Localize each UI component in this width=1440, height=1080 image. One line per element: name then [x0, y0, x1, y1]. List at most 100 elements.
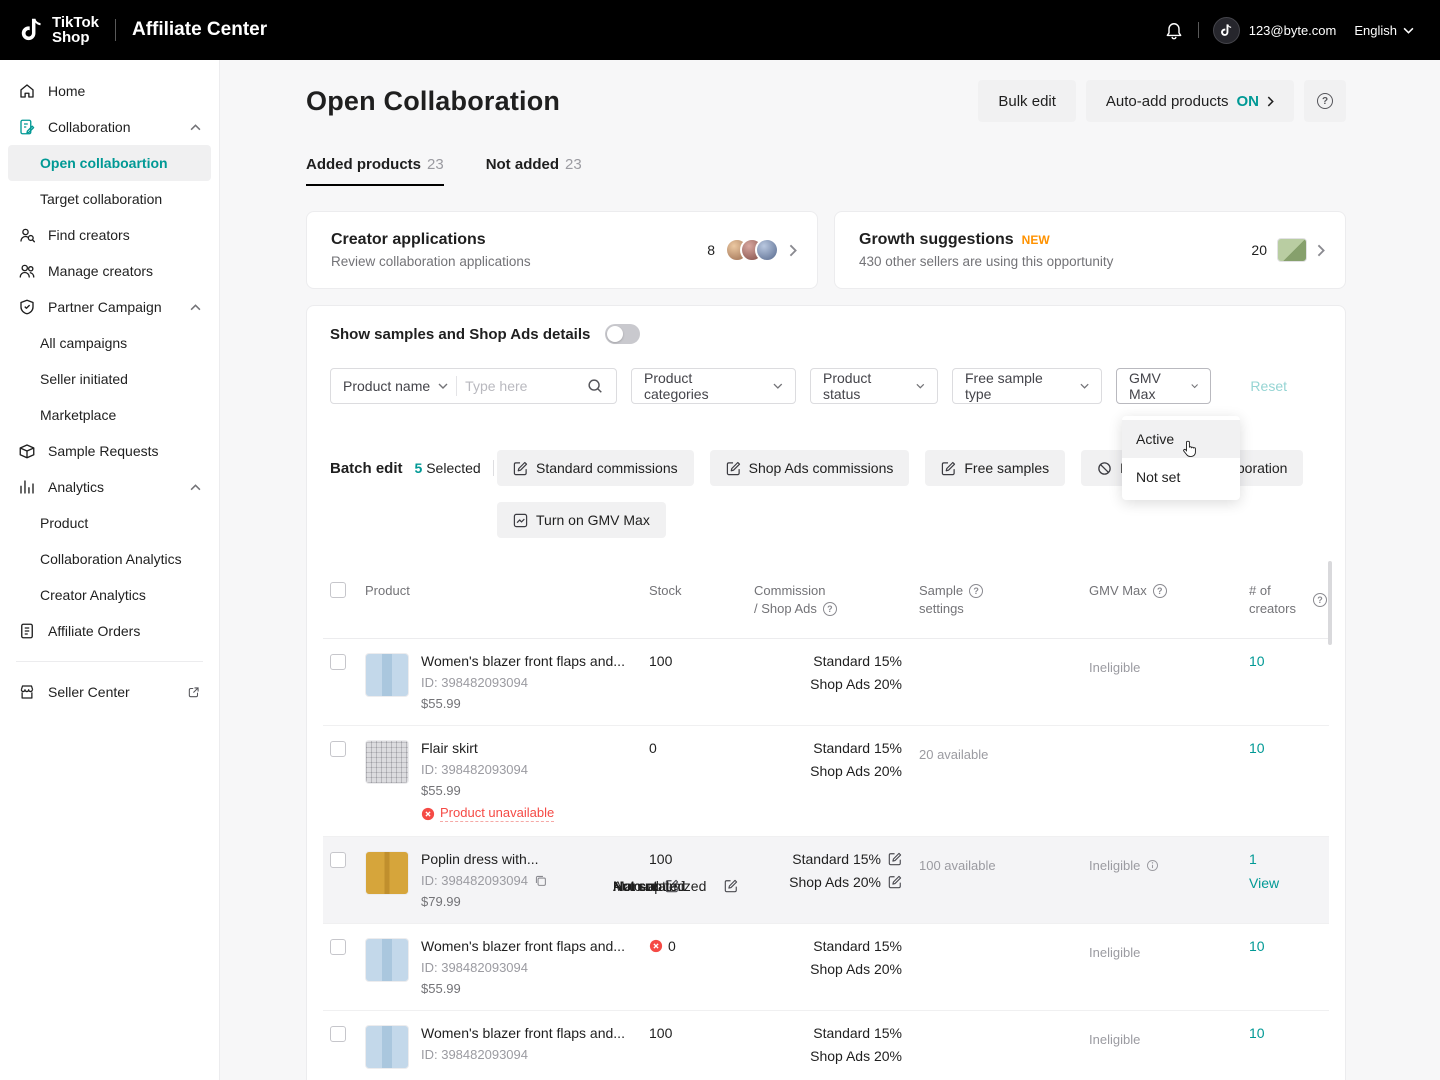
- row-checkbox[interactable]: [330, 852, 346, 868]
- external-link-icon: [187, 685, 201, 699]
- row-checkbox[interactable]: [330, 939, 346, 955]
- collaboration-icon: [18, 118, 36, 136]
- gmv-max-dropdown: Active Not set: [1122, 416, 1240, 500]
- selected-count: 5 Selected: [415, 460, 481, 476]
- brand-line-1: TikTok: [52, 15, 99, 30]
- edit-icon: [513, 461, 528, 476]
- tab-added-products[interactable]: Added products 23: [306, 156, 444, 186]
- sidebar-item-affiliate-orders[interactable]: Affiliate Orders: [8, 613, 211, 649]
- option-label: Active: [1136, 431, 1174, 447]
- product-id: ID: 398482093094: [421, 873, 528, 888]
- notification-bell-icon[interactable]: [1164, 19, 1184, 41]
- sample-requests-icon: [18, 442, 36, 460]
- help-icon: ?: [1317, 93, 1333, 109]
- app-title: Affiliate Center: [132, 19, 267, 41]
- products-panel: Show samples and Shop Ads details Produc…: [306, 305, 1346, 1080]
- dropdown-option-not-set[interactable]: Not set: [1122, 458, 1240, 496]
- creator-applications-card[interactable]: Creator applications Review collaboratio…: [306, 211, 818, 289]
- chevron-right-icon: [1317, 244, 1325, 257]
- page-title: Open Collaboration: [306, 86, 560, 117]
- mouse-cursor-icon: [1180, 438, 1200, 460]
- sidebar-item-open-collaboration[interactable]: Open collaboartion: [8, 145, 211, 181]
- samples-toggle[interactable]: [605, 324, 640, 344]
- applications-count: 8: [707, 242, 715, 258]
- chevron-right-icon: [1267, 96, 1274, 107]
- topbar-divider: [1198, 22, 1199, 38]
- sidebar-item-collaboration-analytics[interactable]: Collaboration Analytics: [8, 541, 211, 577]
- bulk-edit-button[interactable]: Bulk edit: [978, 80, 1076, 122]
- row-checkbox[interactable]: [330, 741, 346, 757]
- select-all-checkbox[interactable]: [330, 582, 346, 598]
- sidebar-item-all-campaigns[interactable]: All campaigns: [8, 325, 211, 361]
- sidebar-item-label: Seller Center: [48, 684, 130, 700]
- sidebar-item-label: Affiliate Orders: [48, 623, 140, 639]
- gmv-max-cell: Not set Ineligible: [1081, 1011, 1241, 1080]
- sidebar-item-label: Manage creators: [48, 263, 153, 279]
- sidebar-item-label: Partner Campaign: [48, 299, 162, 315]
- products-table: Product Stock Commission / Shop Ads? Sam…: [323, 562, 1329, 1080]
- sidebar-item-product-analytics[interactable]: Product: [8, 505, 211, 541]
- topbar: TikTok Shop Affiliate Center 123@byte.co…: [0, 0, 1440, 60]
- chevron-up-icon: [190, 124, 201, 131]
- batch-edit-label: Batch edit: [330, 460, 403, 477]
- row-checkbox[interactable]: [330, 1026, 346, 1042]
- filter-field-label[interactable]: Product name: [343, 378, 430, 394]
- bulk-edit-label: Bulk edit: [998, 93, 1056, 110]
- sidebar-item-sample-requests[interactable]: Sample Requests: [8, 433, 211, 469]
- tiktok-logo-icon: [18, 16, 44, 44]
- help-button[interactable]: ?: [1304, 80, 1346, 122]
- language-selector[interactable]: English: [1354, 23, 1414, 38]
- account-avatar[interactable]: [1213, 17, 1240, 44]
- sidebar-item-label: Find creators: [48, 227, 130, 243]
- sidebar-item-target-collaboration[interactable]: Target collaboration: [8, 181, 211, 217]
- table-scrollbar[interactable]: [1328, 561, 1332, 645]
- sidebar-item-label: Analytics: [48, 479, 104, 495]
- sidebar-item-label: Home: [48, 83, 85, 99]
- suggestions-count: 20: [1251, 242, 1267, 258]
- sidebar-item-label: Seller initiated: [40, 371, 128, 387]
- chevron-right-icon: [789, 244, 797, 257]
- language-label: English: [1354, 23, 1397, 38]
- gmv-chart-icon: [513, 513, 528, 528]
- sidebar-item-partner-campaign[interactable]: Partner Campaign: [8, 289, 211, 325]
- tab-label: Added products: [306, 156, 421, 173]
- field-divider: [456, 376, 457, 396]
- find-creators-icon: [18, 226, 36, 244]
- sidebar-item-label: All campaigns: [40, 335, 127, 351]
- tab-bar: Added products 23 Not added 23: [306, 156, 1346, 186]
- product-image: [365, 740, 409, 784]
- error-icon: [421, 807, 435, 821]
- home-icon: [18, 82, 36, 100]
- creator-avatars: [725, 238, 779, 262]
- brand-wordmark: TikTok Shop: [52, 15, 99, 45]
- sidebar-item-find-creators[interactable]: Find creators: [8, 217, 211, 253]
- partner-campaign-icon: [18, 298, 36, 316]
- auto-add-products-button[interactable]: Auto-add products ON: [1086, 80, 1294, 122]
- sidebar-item-creator-analytics[interactable]: Creator Analytics: [8, 577, 211, 613]
- sidebar: Home Collaboration Open collaboartion Ta…: [0, 60, 220, 1080]
- sidebar-item-seller-center[interactable]: Seller Center: [8, 674, 211, 710]
- avatar: [755, 238, 779, 262]
- auto-add-label: Auto-add products: [1106, 93, 1229, 110]
- sidebar-item-marketplace[interactable]: Marketplace: [8, 397, 211, 433]
- sidebar-item-label: Collaboration: [48, 119, 131, 135]
- batch-divider: [493, 460, 494, 476]
- auto-add-state: ON: [1237, 93, 1260, 110]
- product-image: [365, 1025, 409, 1069]
- sidebar-item-manage-creators[interactable]: Manage creators: [8, 253, 211, 289]
- suggestion-thumbnail: [1277, 238, 1307, 262]
- sidebar-item-seller-initiated[interactable]: Seller initiated: [8, 361, 211, 397]
- sidebar-item-home[interactable]: Home: [8, 73, 211, 109]
- chevron-down-icon: [1403, 27, 1414, 34]
- sidebar-item-label: Marketplace: [40, 407, 116, 423]
- row-checkbox[interactable]: [330, 654, 346, 670]
- growth-suggestions-card[interactable]: Growth suggestions NEW 430 other sellers…: [834, 211, 1346, 289]
- sidebar-item-label: Target collaboration: [40, 191, 162, 207]
- brand-line-2: Shop: [52, 30, 99, 45]
- main-content: Open Collaboration Bulk edit Auto-add pr…: [220, 60, 1440, 1080]
- sidebar-item-analytics[interactable]: Analytics: [8, 469, 211, 505]
- new-badge: NEW: [1022, 233, 1050, 247]
- tab-not-added[interactable]: Not added 23: [486, 156, 582, 186]
- sidebar-item-label: Product: [40, 515, 88, 531]
- sidebar-item-collaboration[interactable]: Collaboration: [8, 109, 211, 145]
